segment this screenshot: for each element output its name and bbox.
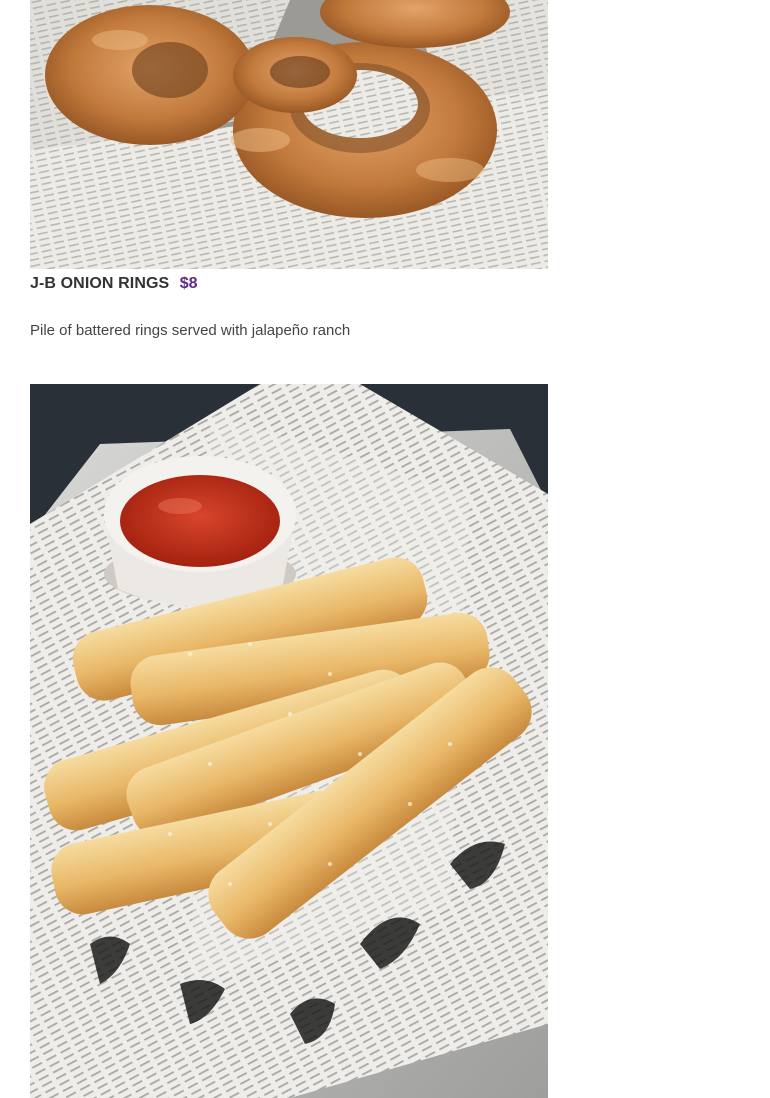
menu-item-breadsticks <box>30 384 548 1098</box>
item-price: $8 <box>179 275 198 292</box>
item-description: Pile of battered rings served with jalap… <box>30 322 351 339</box>
breadsticks-image <box>30 384 548 1098</box>
onion-rings-image <box>30 0 548 269</box>
menu-item-title-row: J-B ONION RINGS $8 <box>30 275 548 293</box>
breadsticks-photo <box>30 384 548 1098</box>
item-name: J-B ONION RINGS <box>30 275 170 292</box>
onion-rings-photo <box>30 0 548 269</box>
menu-item-onion-rings: J-B ONION RINGS $8 Pile of battered ring… <box>30 0 548 340</box>
